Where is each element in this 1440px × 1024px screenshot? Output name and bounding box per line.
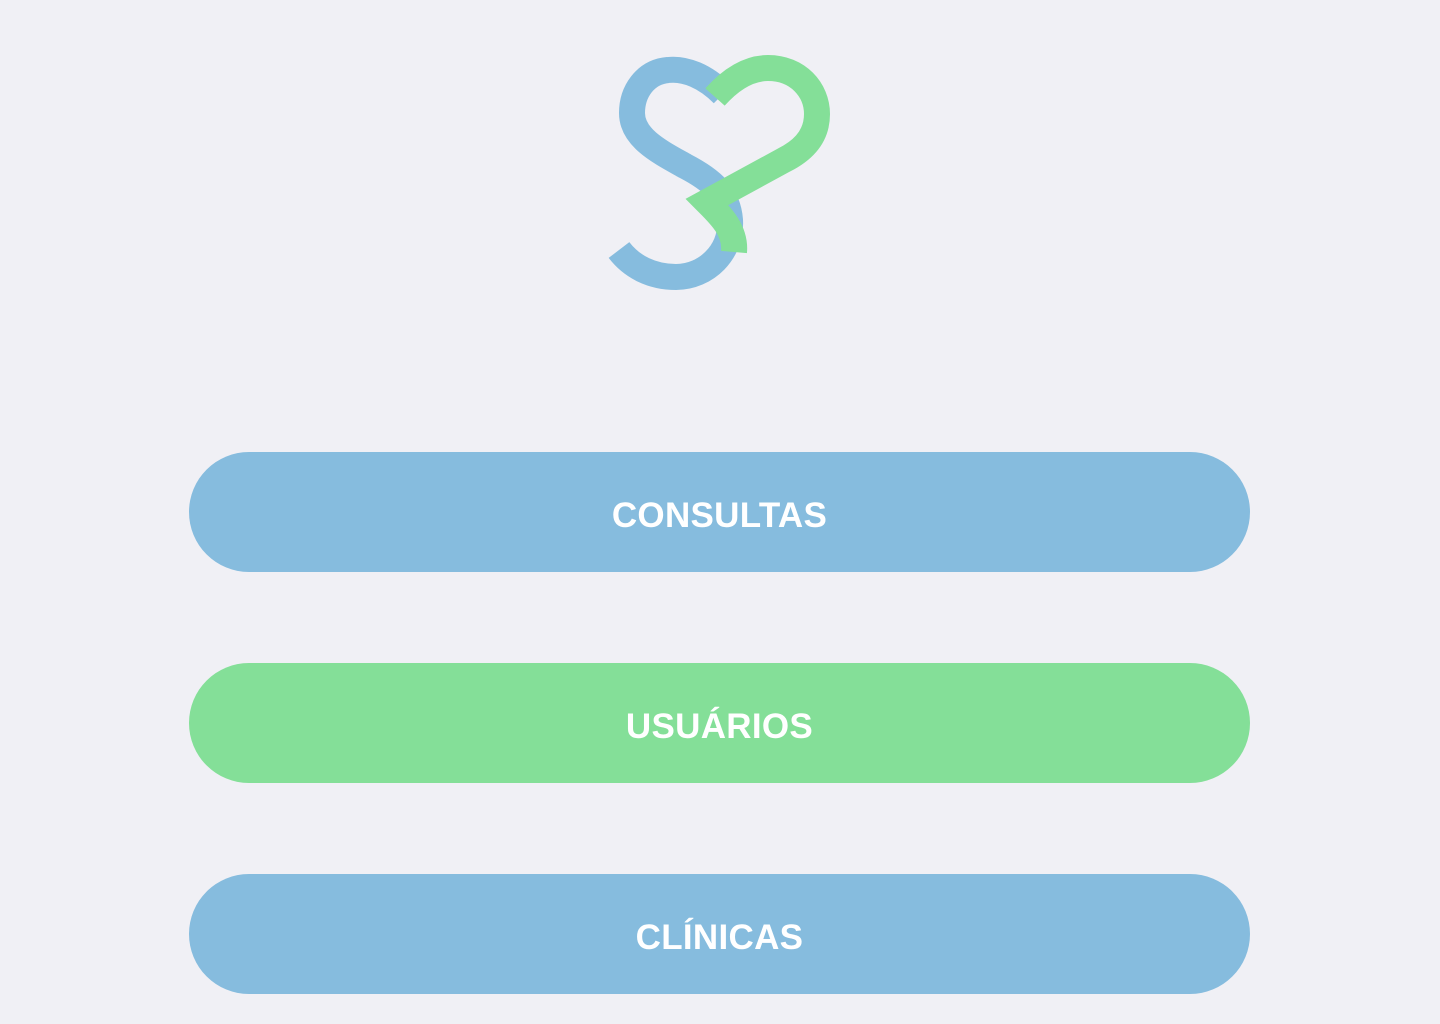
consultas-button-label: CONSULTAS — [611, 496, 828, 535]
clinicas-button-label: CLÍNICAS — [635, 918, 804, 957]
heart-s-logo-icon — [608, 52, 832, 294]
clinicas-button[interactable]: CLÍNICAS — [189, 874, 1250, 994]
usuarios-button-label: USUÁRIOS — [625, 707, 814, 746]
consultas-button[interactable]: CONSULTAS — [189, 452, 1250, 572]
usuarios-button[interactable]: USUÁRIOS — [189, 663, 1250, 783]
